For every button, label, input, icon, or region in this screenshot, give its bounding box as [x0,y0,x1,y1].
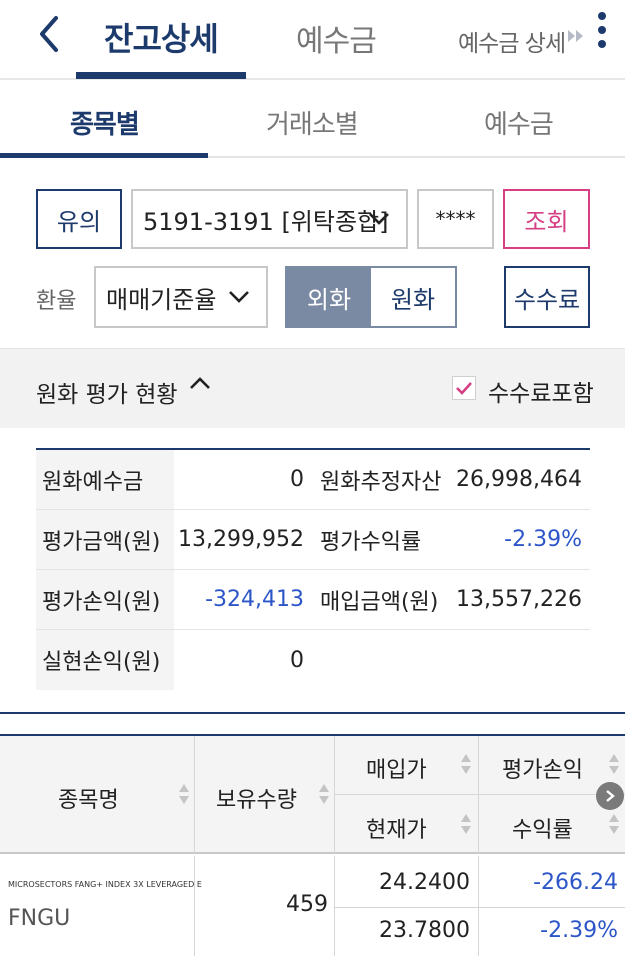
summary-row: 평가손익(원) -324,413 매입금액(원) 13,557,226 [36,570,590,630]
stock-ticker: FNGU [8,906,71,931]
summary-value: 13,557,226 [456,587,582,612]
account-value: 5191-3191 [위탁종합] [143,207,389,236]
sort-icon[interactable] [318,782,330,806]
summary-value: 0 [290,647,304,673]
next-columns-icon[interactable] [596,782,624,810]
summary-label: 원화예수금 [36,450,174,509]
sort-icon[interactable] [460,752,472,776]
valuation-summary: 원화예수금 0 원화추정자산 26,998,464 평가금액(원) 13,299… [36,448,590,690]
summary-value [450,630,590,690]
fee-include-label: 수수료포함 [488,381,594,407]
active-tab-indicator [76,72,246,79]
col-header-return[interactable]: 수익률 [512,812,573,844]
buy-price: 24.2400 [379,870,470,895]
chevron-down-icon [369,213,389,225]
password-field[interactable]: **** [417,189,494,249]
stock-name-en: MICROSECTORS FANG+ INDEX 3X LEVERAGED E [8,880,202,889]
more-menu-icon[interactable] [597,12,607,54]
summary-label: 평가손익(원) [36,570,174,629]
col-header-name[interactable]: 종목명 [58,782,119,814]
summary-label [312,630,450,690]
subtab-by-stock[interactable]: 종목별 [70,104,140,141]
tab-balance-detail[interactable]: 잔고상세 [104,14,219,60]
summary-label: 평가금액(원) [36,510,174,569]
current-price: 23.7800 [379,918,470,943]
fee-button[interactable]: 수수료 [504,266,590,328]
summary-row: 실현손익(원) 0 [36,630,590,690]
summary-value: -324,413 [205,587,304,612]
col-header-buy-price[interactable]: 매입가 [366,752,427,784]
rate-type-value: 매매기준율 [106,285,217,314]
sort-icon[interactable] [178,782,190,806]
chevron-up-icon[interactable] [188,375,212,391]
sort-icon[interactable] [608,812,620,836]
return-value: -2.39% [540,918,618,943]
currency-foreign-option[interactable]: 외화 [287,268,371,326]
summary-label: 원화추정자산 [320,469,442,495]
scroll-right-icon[interactable] [566,26,586,46]
summary-value: 26,998,464 [456,467,582,492]
check-icon [456,382,472,395]
pnl-value: -266.24 [533,870,618,895]
app-bar: 잔고상세 예수금 예수금 상세 [0,0,625,80]
rate-type-select[interactable]: 매매기준율 [94,266,268,328]
summary-row: 원화예수금 0 원화추정자산 26,998,464 [36,450,590,510]
inquiry-button[interactable]: 조회 [503,189,590,249]
col-header-qty[interactable]: 보유수량 [216,782,297,814]
summary-label: 실현손익(원) [36,630,174,690]
col-header-current-price[interactable]: 현재가 [366,812,427,844]
sort-icon[interactable] [460,812,472,836]
section-divider [0,712,625,714]
summary-label: 평가수익률 [320,529,422,555]
summary-value: 13,299,952 [178,527,304,552]
subtab-indicator [0,153,208,158]
subtab-deposit[interactable]: 예수금 [484,104,554,141]
notice-button[interactable]: 유의 [36,189,122,249]
col-header-pnl[interactable]: 평가손익 [502,752,583,784]
summary-label: 매입금액(원) [320,589,439,615]
tab-deposit-detail[interactable]: 예수금 상세 [458,24,566,58]
subtab-by-exchange[interactable]: 거래소별 [266,104,359,141]
tab-deposit[interactable]: 예수금 [296,16,377,60]
sort-icon[interactable] [608,752,620,776]
fee-include-checkbox[interactable] [452,376,476,400]
sub-tab-bar: 종목별 거래소별 예수금 [0,82,625,158]
summary-value: 0 [290,467,304,492]
currency-toggle[interactable]: 외화 원화 [285,266,457,328]
currency-krw-option[interactable]: 원화 [371,268,455,326]
holding-qty: 459 [286,892,328,917]
summary-row: 평가금액(원) 13,299,952 평가수익률 -2.39% [36,510,590,570]
section-title: 원화 평가 현황 [36,382,178,408]
back-arrow-icon[interactable] [30,12,70,56]
chevron-down-icon [229,291,249,303]
exchange-rate-label: 환율 [36,289,77,314]
account-select[interactable]: 5191-3191 [위탁종합] [131,189,408,249]
summary-value: -2.39% [504,527,582,552]
